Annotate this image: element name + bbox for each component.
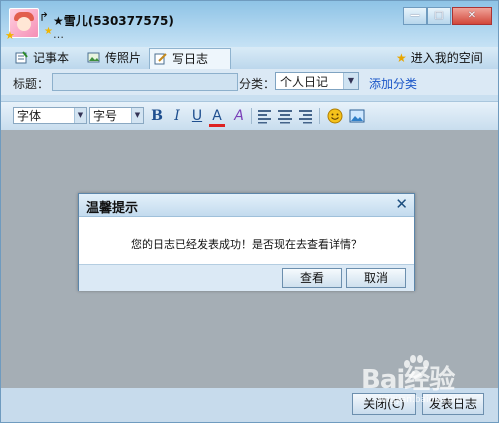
- chevron-down-icon: ▼: [343, 73, 358, 89]
- category-label: 分类：: [239, 77, 276, 91]
- underline-button[interactable]: U: [189, 108, 205, 124]
- title-bar[interactable]: ★ ↱ ★雪儿(530377575) ★ … — □ ✕: [1, 1, 498, 47]
- highlight-button[interactable]: A: [231, 108, 247, 124]
- minimize-button[interactable]: —: [403, 7, 427, 25]
- online-status-icon: ★: [5, 29, 15, 42]
- watermark-url: jingyan.baidu.com: [379, 395, 463, 405]
- signature: …: [53, 28, 64, 41]
- tab-write-diary-label: 写日志: [172, 52, 209, 66]
- enter-my-space-link[interactable]: ★ 进入我的空间: [396, 48, 483, 68]
- title-input[interactable]: [52, 73, 238, 91]
- view-button[interactable]: 查看: [282, 268, 342, 288]
- write-icon: [154, 53, 167, 65]
- add-category-link[interactable]: 添加分类: [369, 75, 417, 92]
- star-icon: ★: [396, 51, 407, 65]
- cancel-button[interactable]: 取消: [346, 268, 406, 288]
- nickname-prefix: ↱: [39, 10, 50, 24]
- image-icon[interactable]: [349, 108, 365, 124]
- dialog-title: 温馨提示: [86, 201, 139, 216]
- chevron-down-icon: ▼: [74, 108, 86, 123]
- toolbar-divider: [319, 108, 320, 124]
- nickname: ★雪儿(530377575): [53, 14, 174, 28]
- maximize-icon: □: [434, 10, 444, 21]
- italic-button[interactable]: I: [169, 108, 185, 124]
- font-family-value: 字体: [17, 109, 42, 123]
- formatting-toolbar: 字体 ▼ 字号 ▼ B I U A A: [1, 101, 498, 131]
- font-family-select[interactable]: 字体 ▼: [13, 107, 87, 124]
- window-close-button[interactable]: ✕: [452, 7, 492, 25]
- font-color-button[interactable]: A: [209, 108, 225, 127]
- diary-form-row: 标题： 分类： 个人日记 ▼ 添加分类: [1, 69, 498, 95]
- enter-my-space-label: 进入我的空间: [410, 51, 483, 65]
- dialog-title-bar[interactable]: 温馨提示 ✕: [79, 194, 414, 217]
- notepad-icon: [15, 51, 28, 64]
- photo-icon: [87, 52, 100, 63]
- align-right-icon[interactable]: [297, 108, 313, 124]
- align-left-icon[interactable]: [257, 108, 273, 124]
- dialog-message: 您的日志已经发表成功！是否现在去查看详情？: [131, 238, 362, 251]
- signature-star-icon: ★: [44, 26, 53, 37]
- bold-button[interactable]: B: [149, 108, 165, 124]
- notice-dialog: 温馨提示 ✕ 您的日志已经发表成功！是否现在去查看详情？ 查看 取消: [78, 193, 415, 291]
- qq-diary-window: ★ ↱ ★雪儿(530377575) ★ … — □ ✕ 记事本 传照片 写日志…: [0, 0, 499, 423]
- dialog-footer: 查看 取消: [79, 264, 414, 291]
- tab-notepad[interactable]: 记事本: [11, 48, 83, 68]
- close-icon: ✕: [467, 10, 477, 21]
- avatar-face: [17, 17, 31, 31]
- font-size-select[interactable]: 字号 ▼: [89, 107, 144, 124]
- dialog-close-icon[interactable]: ✕: [395, 195, 408, 213]
- category-select[interactable]: 个人日记 ▼: [275, 72, 359, 90]
- tab-write-diary[interactable]: 写日志: [149, 48, 231, 70]
- tab-upload-photo-label: 传照片: [105, 51, 142, 65]
- toolbar-divider: [251, 108, 252, 124]
- chevron-down-icon: ▼: [131, 108, 143, 123]
- category-value: 个人日记: [280, 75, 329, 89]
- align-center-icon[interactable]: [277, 108, 293, 124]
- watermark-logo: Bai经验: [361, 365, 455, 395]
- tab-notepad-label: 记事本: [33, 51, 70, 65]
- emoticon-icon[interactable]: [327, 108, 343, 124]
- font-size-value: 字号: [93, 109, 118, 123]
- title-label: 标题：: [13, 77, 50, 91]
- minimize-icon: —: [410, 10, 420, 21]
- baidu-jingyan-watermark: Bai经验 jingyan.baidu.com: [361, 351, 498, 422]
- maximize-button[interactable]: □: [427, 7, 451, 25]
